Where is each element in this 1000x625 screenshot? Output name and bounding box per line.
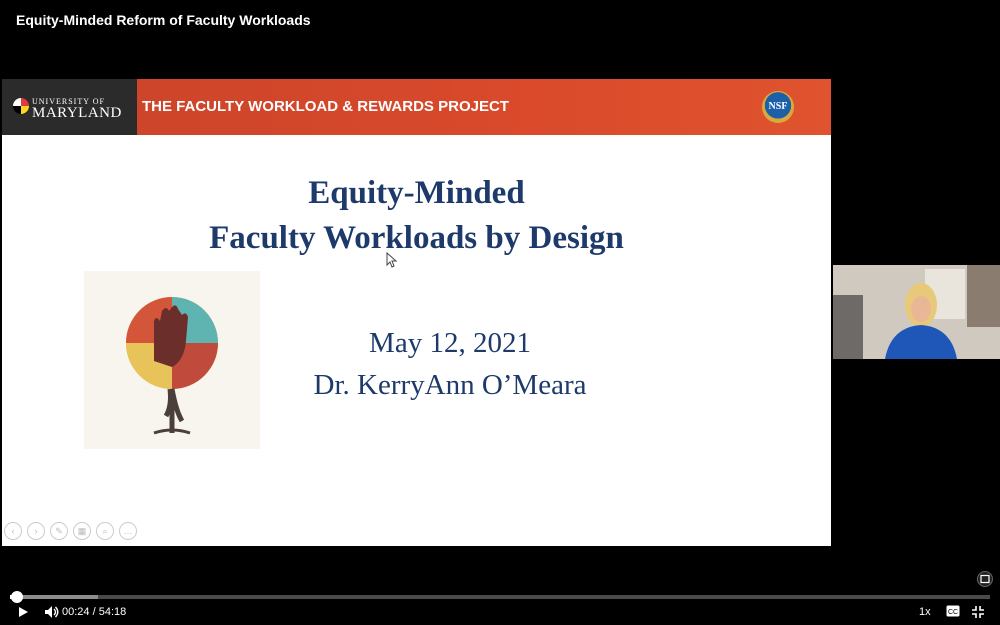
slide-headline: Equity-Minded Faculty Workloads by Desig…: [2, 171, 831, 261]
slide-controls: ‹ › ✎ ▦ ⌕ …: [2, 522, 137, 546]
slide-banner: UNIVERSITY OF MARYLAND THE FACULTY WORKL…: [2, 79, 831, 135]
captions-icon[interactable]: CC: [946, 605, 960, 617]
umd-seal-icon: [13, 98, 29, 114]
svg-text:CC: CC: [948, 609, 958, 616]
slide-prev-icon[interactable]: ‹: [4, 522, 22, 540]
current-time: 00:24: [62, 606, 90, 618]
slide-next-icon[interactable]: ›: [27, 522, 45, 540]
picture-in-picture-icon[interactable]: [977, 571, 993, 587]
progress-handle[interactable]: [10, 591, 23, 603]
hands-tree-illustration: [84, 271, 260, 449]
volume-icon[interactable]: [44, 605, 60, 619]
banner-title: THE FACULTY WORKLOAD & REWARDS PROJECT: [142, 98, 509, 115]
time-display: 00:24 / 54:18: [62, 606, 126, 618]
umd-logo: UNIVERSITY OF MARYLAND: [2, 79, 137, 135]
progress-buffered: [10, 595, 99, 599]
time-separator: /: [92, 606, 96, 618]
mouse-cursor-icon: [386, 252, 398, 268]
presentation-slide: UNIVERSITY OF MARYLAND THE FACULTY WORKL…: [2, 79, 831, 546]
pen-icon[interactable]: ✎: [50, 522, 68, 540]
player-controls: 00:24 / 54:18 1x CC: [0, 603, 1000, 623]
speaker-webcam: [833, 265, 1000, 359]
play-icon[interactable]: [16, 605, 30, 619]
headline-line-1: Equity-Minded: [308, 175, 525, 211]
headline-line-2: Faculty Workloads by Design: [209, 220, 624, 256]
duration: 54:18: [98, 606, 127, 618]
logo-main-text: MARYLAND: [32, 105, 122, 121]
presentation-date: May 12, 2021: [369, 327, 531, 359]
more-options-icon[interactable]: …: [119, 522, 137, 540]
slides-grid-icon[interactable]: ▦: [73, 522, 91, 540]
progress-bar[interactable]: [10, 591, 990, 603]
presenter-name: Dr. KerryAnn O’Meara: [313, 369, 587, 401]
nsf-logo-icon: NSF: [762, 91, 794, 123]
playback-speed-button[interactable]: 1x: [919, 606, 931, 618]
video-title: Equity-Minded Reform of Faculty Workload…: [16, 12, 311, 28]
zoom-icon[interactable]: ⌕: [96, 522, 114, 540]
exit-fullscreen-icon[interactable]: [971, 605, 985, 619]
